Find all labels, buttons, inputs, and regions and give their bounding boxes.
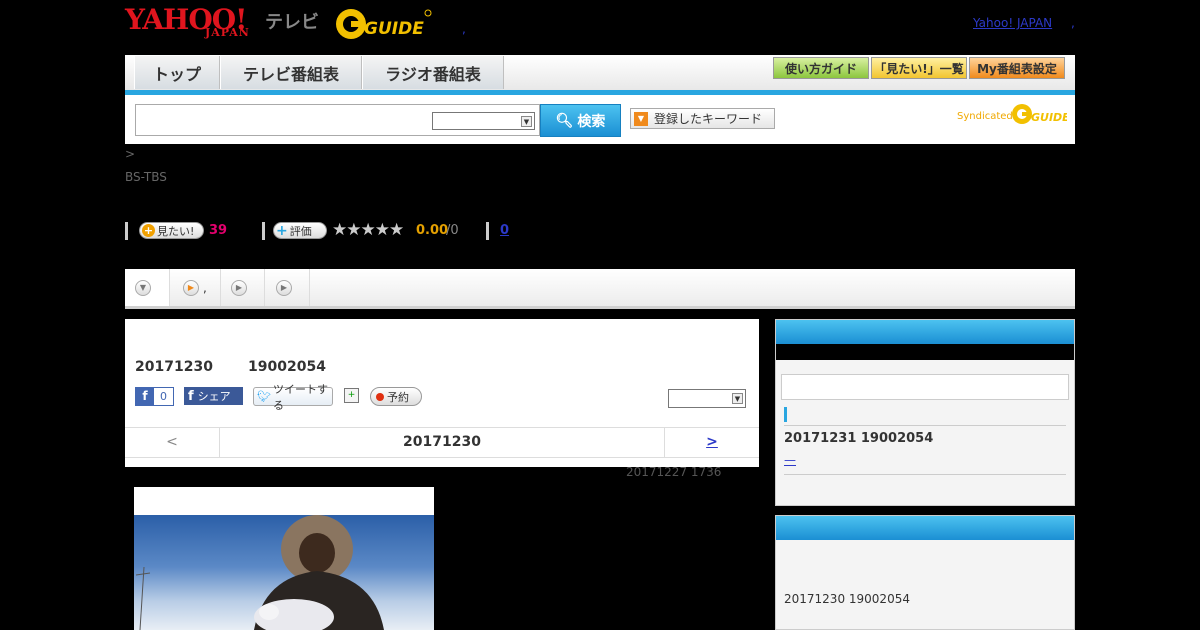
syndicated-gguide-logo: GUIDE xyxy=(1011,103,1070,125)
subtab-4[interactable]: ▶ xyxy=(266,269,310,306)
tv-label[interactable]: テレビ xyxy=(265,8,319,34)
mitai-list-button[interactable]: 「見たい!」一覧 xyxy=(871,57,967,79)
updated-timestamp: 20171227 1736 xyxy=(626,465,722,479)
tweet-label: ツイートする xyxy=(272,382,328,412)
main-navbar: トップ テレビ番組表 ラジオ番組表 使い方ガイド 「見たい!」一覧 My番組表設… xyxy=(125,55,1075,95)
tweet-button[interactable]: 🐦︎ ツイートする xyxy=(253,383,333,412)
sidebar-panel-2: 20171230 19002054 xyxy=(775,515,1075,630)
play-icon: ▶ xyxy=(183,279,199,296)
divider xyxy=(784,425,1066,426)
header-dot-right: , xyxy=(1071,16,1075,30)
facebook-icon: f xyxy=(188,388,194,404)
svg-text:GUIDE: GUIDE xyxy=(364,19,424,39)
divider xyxy=(784,474,1066,475)
search-bar: ▼ 🔍︎ 検索 ▼ 登録したキーワード Syndicated GUIDE xyxy=(125,95,1075,144)
rating-value: 0.00 xyxy=(416,223,449,238)
search-category-select[interactable]: ▼ xyxy=(432,112,535,130)
facebook-share-button[interactable]: f シェア xyxy=(184,387,243,405)
record-button[interactable]: 予約 xyxy=(370,387,422,406)
subtab-3[interactable]: ▶ xyxy=(221,269,265,306)
plus-icon: + xyxy=(276,222,288,239)
yahoo-japan-link[interactable]: Yahoo! JAPAN xyxy=(973,16,1052,30)
chevron-down-icon: ▼ xyxy=(521,116,532,127)
rating-stars: ★★★★★ xyxy=(332,220,404,240)
rate-label: 評価 xyxy=(289,224,312,238)
sidebar-header xyxy=(776,320,1074,344)
rate-button[interactable]: + 評価 xyxy=(273,222,327,239)
plus-icon: + xyxy=(142,224,155,237)
dropdown-arrow-icon: ▼ xyxy=(634,111,648,126)
svg-text:GUIDE: GUIDE xyxy=(1031,111,1067,124)
search-button-label: 検索 xyxy=(577,113,606,130)
current-date: 20171230 xyxy=(403,434,481,450)
sidebar-header-band xyxy=(776,344,1074,360)
record-label: 予約 xyxy=(387,390,409,404)
play-icon: ▶ xyxy=(276,279,292,296)
rating-total: /0 xyxy=(446,223,459,238)
program-date: 20171230 xyxy=(135,359,213,375)
divider-mark xyxy=(125,222,128,240)
program-time: 19002054 xyxy=(248,359,326,375)
facebook-share-label: シェア xyxy=(197,390,231,403)
divider-mark xyxy=(486,222,489,240)
record-dot-icon xyxy=(376,392,384,401)
header-dot: , xyxy=(462,22,466,36)
divider-mark xyxy=(262,222,265,240)
sidebar-panel-1: 20171231 19002054 — xyxy=(775,319,1075,506)
play-icon: ▶ xyxy=(231,279,247,296)
sidebar-item: 20171231 19002054 xyxy=(784,431,934,446)
gguide-logo[interactable]: GUIDE xyxy=(334,7,432,41)
program-image xyxy=(134,487,434,630)
twitter-bird-icon: 🐦︎ xyxy=(257,390,271,403)
tab-radio-guide[interactable]: ラジオ番組表 xyxy=(362,56,504,89)
sidebar-header xyxy=(776,516,1074,540)
breadcrumb[interactable]: > xyxy=(125,147,135,161)
registered-keywords-button[interactable]: ▼ 登録したキーワード xyxy=(630,108,775,129)
prev-date-button[interactable]: < xyxy=(125,428,220,457)
date-navigation: < 20171230 > xyxy=(125,427,759,458)
tab-tv-guide[interactable]: テレビ番組表 xyxy=(220,56,362,89)
tab-top[interactable]: トップ xyxy=(134,56,220,89)
chevron-down-icon: ▼ xyxy=(135,279,151,296)
sidebar-search-input[interactable] xyxy=(781,374,1069,400)
mitai-button[interactable]: + 見たい! xyxy=(139,222,204,239)
mitai-count: 39 xyxy=(209,223,228,238)
guide-button[interactable]: 使い方ガイド xyxy=(773,57,869,79)
sidebar-accent-bar xyxy=(784,407,787,422)
channel-name: BS-TBS xyxy=(125,170,167,184)
panel-select[interactable]: ▼ xyxy=(668,389,746,408)
review-count-link[interactable]: 0 xyxy=(500,223,509,238)
subtab-label: , xyxy=(203,280,207,295)
sidebar-item-link[interactable]: — xyxy=(784,453,796,467)
facebook-icon: f xyxy=(136,388,154,405)
search-icon: 🔍︎ xyxy=(555,112,574,129)
mitai-label: 見たい! xyxy=(157,224,195,238)
program-subtabs: ▼ ▶ , ▶ ▶ xyxy=(125,269,1075,309)
subtab-2[interactable]: ▶ , xyxy=(173,269,221,306)
search-button[interactable]: 🔍︎ 検索 xyxy=(540,104,621,137)
my-guide-settings-button[interactable]: My番組表設定 xyxy=(969,57,1065,79)
registered-keywords-label: 登録したキーワード xyxy=(654,112,763,126)
sidebar-item-2: 20171230 19002054 xyxy=(784,592,910,606)
syndicated-label: Syndicated xyxy=(957,111,1013,122)
program-panel: 20171230 19002054 f 0 f シェア 🐦︎ ツイートする + … xyxy=(125,319,759,467)
chevron-down-icon: ▼ xyxy=(732,393,743,404)
facebook-like-count: 0 xyxy=(154,388,173,405)
next-date-link[interactable]: > xyxy=(664,428,759,457)
calendar-add-icon[interactable]: + xyxy=(344,388,359,403)
facebook-like-button[interactable]: f 0 xyxy=(135,387,174,406)
subtab-1[interactable]: ▼ xyxy=(125,269,170,306)
yahoo-japan-logo-text: JAPAN xyxy=(205,26,250,39)
